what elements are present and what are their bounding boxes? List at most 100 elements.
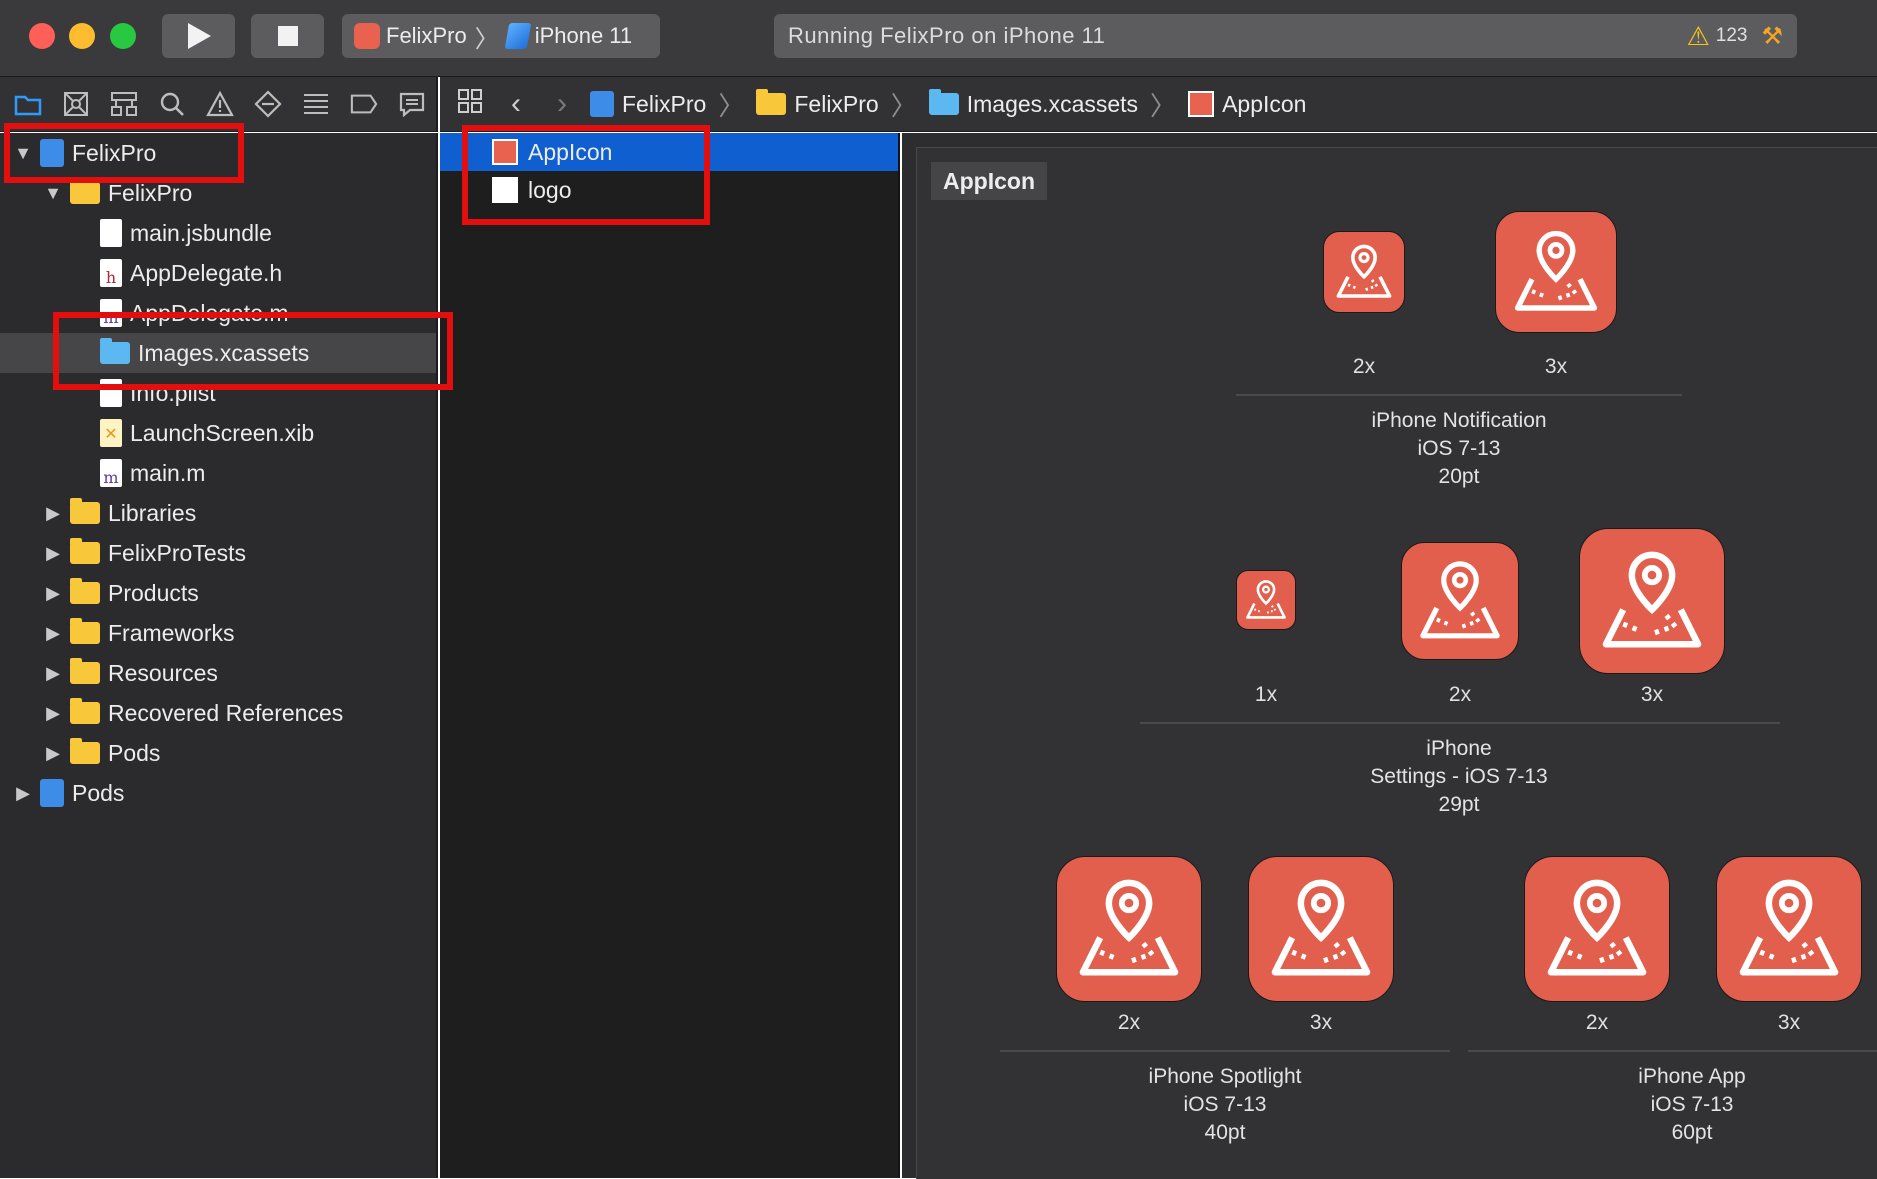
caption-line: 20pt: [1438, 465, 1480, 488]
navigator-item-appdelegate-m[interactable]: m AppDelegate.m: [100, 293, 289, 333]
map-pin-icon: [1514, 230, 1598, 311]
map-pin-icon: [1336, 244, 1392, 298]
navigator-item-images-xcassets[interactable]: Images.xcassets: [100, 333, 309, 373]
disclosure-expanded-icon[interactable]: ▼: [14, 143, 32, 164]
disclosure-collapsed-icon[interactable]: ▶: [44, 663, 62, 684]
close-window-button[interactable]: [29, 23, 55, 49]
navigator-item-label: Libraries: [108, 499, 197, 526]
appicon-slot-settings-1x[interactable]: [1236, 570, 1296, 630]
caption-line: iPhone Notification: [1371, 409, 1547, 432]
appicon-slot-spotlight-3x[interactable]: [1248, 856, 1394, 1002]
disclosure-collapsed-icon[interactable]: ▶: [44, 543, 62, 564]
navigator-item-recovered-references[interactable]: ▶ Recovered References: [44, 693, 343, 733]
caption-line: Settings - iOS 7-13: [1370, 765, 1548, 788]
window-toolbar: FelixPro 〉 iPhone 11 Running FelixPro on…: [0, 0, 1877, 77]
breadcrumb-asset[interactable]: AppIcon: [1188, 91, 1306, 118]
navigator-item-felixpro-group[interactable]: ▼ FelixPro: [44, 173, 192, 213]
hammer-icon: ⚒: [1761, 22, 1783, 50]
asset-catalog-list: AppIcon logo: [440, 133, 900, 1178]
warning-count: 123: [1715, 25, 1748, 46]
navigator-item-appdelegate-h[interactable]: h AppDelegate.h: [100, 253, 282, 293]
disclosure-collapsed-icon[interactable]: ▶: [44, 743, 62, 764]
disclosure-collapsed-icon[interactable]: ▶: [44, 703, 62, 724]
appicon-slot-settings-2x[interactable]: [1401, 542, 1519, 660]
stop-button[interactable]: [251, 14, 324, 58]
caption-line: 29pt: [1438, 793, 1480, 816]
asset-item-appicon[interactable]: AppIcon: [440, 133, 898, 171]
disclosure-collapsed-icon[interactable]: ▶: [44, 503, 62, 524]
group-caption-settings: iPhone Settings - iOS 7-13 29pt: [1370, 735, 1547, 819]
debug-list-icon[interactable]: [302, 90, 330, 118]
navigator-item-felixprotests[interactable]: ▶ FelixProTests: [44, 533, 246, 573]
warning-indicator[interactable]: ⚠ 123: [1686, 23, 1747, 49]
caption-line: 40pt: [1204, 1121, 1246, 1144]
navigator-item-main-m[interactable]: m main.m: [100, 453, 205, 493]
navigator-item-pods-group[interactable]: ▶ Pods: [44, 733, 160, 773]
breadcrumb-group[interactable]: FelixPro: [756, 89, 879, 118]
group-divider: [1236, 394, 1682, 396]
appicon-slot-notification-3x[interactable]: [1495, 211, 1617, 333]
navigator-item-felixpro-project[interactable]: ▼ FelixPro: [14, 133, 156, 173]
breadcrumb-separator-icon: 〉: [1150, 90, 1177, 121]
navigator-item-libraries[interactable]: ▶ Libraries: [44, 493, 196, 533]
folder-icon: [70, 658, 100, 684]
disclosure-collapsed-icon[interactable]: ▶: [14, 783, 32, 804]
navigator-item-label: Info.plist: [130, 379, 216, 406]
scale-label: 3x: [1544, 355, 1568, 378]
disclosure-expanded-icon[interactable]: ▼: [44, 183, 62, 204]
appicon-slot-settings-3x[interactable]: [1579, 528, 1725, 674]
navigator-item-label: Pods: [108, 739, 161, 766]
issue-warning-icon[interactable]: [206, 90, 234, 118]
disclosure-collapsed-icon[interactable]: ▶: [44, 623, 62, 644]
caption-line: iPhone App: [1638, 1065, 1746, 1088]
navigator-item-main-jsbundle[interactable]: main.jsbundle: [100, 213, 272, 253]
source-control-icon[interactable]: [62, 90, 90, 118]
navigator-item-label: Recovered References: [108, 699, 344, 726]
disclosure-collapsed-icon[interactable]: ▶: [44, 583, 62, 604]
device-name: iPhone 11: [534, 23, 633, 48]
map-pin-icon: [1420, 561, 1500, 639]
appicon-slot-app-3x[interactable]: [1716, 856, 1862, 1002]
folder-icon: [70, 618, 100, 644]
navigator-selector-bar: [0, 77, 438, 132]
breadcrumb-label: Images.xcassets: [966, 90, 1139, 117]
asset-set-title: AppIcon: [931, 162, 1047, 200]
test-diamond-icon[interactable]: [254, 90, 282, 118]
search-icon[interactable]: [158, 90, 186, 118]
appicon-slot-spotlight-2x[interactable]: [1056, 856, 1202, 1002]
app-icon: [354, 23, 380, 49]
navigator-item-products[interactable]: ▶ Products: [44, 573, 199, 613]
symbol-hierarchy-icon[interactable]: [110, 90, 138, 118]
breadcrumb-project[interactable]: FelixPro: [590, 91, 706, 118]
caption-line: iOS 7-13: [1417, 437, 1501, 460]
breakpoint-icon[interactable]: [350, 90, 378, 118]
group-caption-spotlight: iPhone Spotlight iOS 7-13 40pt: [1149, 1063, 1302, 1147]
map-pin-icon: [1739, 879, 1839, 976]
scale-label: 3x: [1309, 1011, 1333, 1034]
group-caption-app: iPhone App iOS 7-13 60pt: [1638, 1063, 1745, 1147]
plist-file-icon: [100, 379, 122, 407]
activity-view: Running FelixPro on iPhone 11 ⚠ 123 ⚒: [774, 14, 1797, 58]
navigator-item-frameworks[interactable]: ▶ Frameworks: [44, 613, 235, 653]
map-pin-icon: [1271, 879, 1371, 976]
related-items-grid-icon[interactable]: [452, 88, 488, 121]
minimize-window-button[interactable]: [69, 23, 95, 49]
zoom-window-button[interactable]: [110, 23, 136, 49]
navigator-item-pods-project[interactable]: ▶ Pods: [14, 773, 124, 813]
back-chevron-icon[interactable]: ‹: [498, 87, 534, 121]
appicon-slot-notification-2x[interactable]: [1323, 231, 1405, 313]
asset-item-logo[interactable]: logo: [440, 171, 898, 209]
navigator-item-info-plist[interactable]: Info.plist: [100, 373, 216, 413]
logo-thumbnail-icon: [492, 177, 518, 203]
map-pin-icon: [1602, 551, 1702, 648]
report-message-icon[interactable]: [398, 90, 426, 118]
appicon-slot-app-2x[interactable]: [1524, 856, 1670, 1002]
navigator-item-launchscreen-xib[interactable]: ✕ LaunchScreen.xib: [100, 413, 314, 453]
project-navigator-folder-icon[interactable]: [14, 90, 42, 118]
scheme-selector[interactable]: FelixPro 〉 iPhone 11: [342, 14, 660, 58]
scale-label: 3x: [1777, 1011, 1801, 1034]
forward-chevron-icon[interactable]: ›: [544, 87, 580, 121]
navigator-item-resources[interactable]: ▶ Resources: [44, 653, 218, 693]
breadcrumb-asset-catalog[interactable]: Images.xcassets: [928, 89, 1139, 118]
run-button[interactable]: [162, 14, 235, 58]
